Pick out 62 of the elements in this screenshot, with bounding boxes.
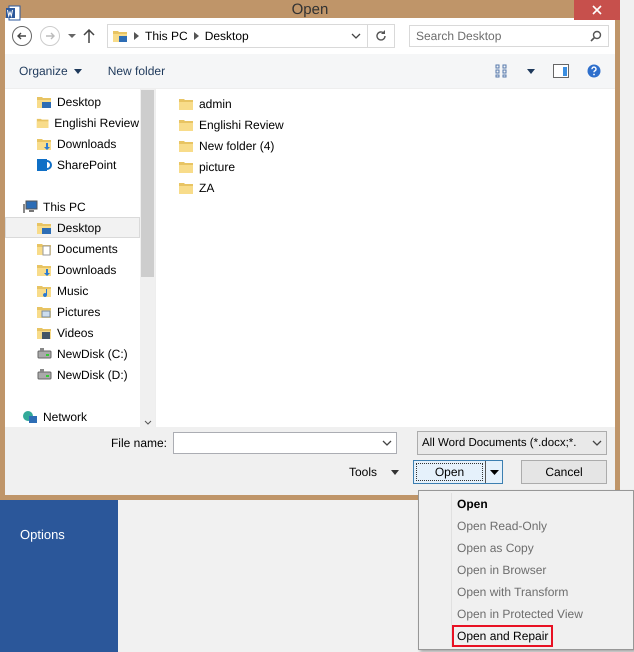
computer-icon [22, 198, 38, 214]
options-menu-item[interactable]: Options [0, 527, 118, 542]
caret-icon [391, 470, 399, 474]
view-options-icon[interactable] [495, 64, 509, 78]
close-icon [592, 5, 602, 15]
sidebar-item[interactable]: Downloads [5, 133, 140, 154]
back-icon[interactable] [11, 25, 33, 47]
file-type-dropdown[interactable]: All Word Documents (*.docx;*. [417, 431, 607, 455]
sidebar-item[interactable]: NewDisk (C:) [5, 343, 140, 364]
chevron-down-icon [382, 439, 392, 447]
chevron-down-icon[interactable] [351, 32, 361, 40]
file-item[interactable]: New folder (4) [178, 135, 615, 156]
organize-button[interactable]: Organize [19, 64, 82, 78]
network-icon [22, 408, 38, 424]
sidebar-item[interactable]: Desktop [5, 217, 140, 238]
refresh-icon[interactable] [375, 30, 387, 42]
search-icon [590, 30, 602, 42]
chevron-down-icon [592, 439, 602, 447]
computer-folder-icon [112, 28, 128, 44]
file-item[interactable]: ZA [178, 177, 615, 198]
file-item[interactable]: Englishi Review [178, 114, 615, 135]
open-button[interactable]: Open [413, 460, 503, 484]
sidebar-item[interactable]: Videos [5, 322, 140, 343]
file-name-field[interactable] [173, 432, 397, 454]
up-arrow-icon[interactable] [83, 29, 95, 43]
menu-item[interactable]: Open [452, 493, 493, 515]
caret-icon [490, 470, 498, 474]
dropdown-icon[interactable] [67, 33, 77, 39]
sidebar-item[interactable]: Pictures [5, 301, 140, 322]
menu-item[interactable]: Open and Repair [452, 625, 554, 647]
cancel-button[interactable]: Cancel [521, 460, 607, 484]
file-item[interactable]: picture [178, 156, 615, 177]
chevron-right-icon [134, 32, 139, 40]
caret-icon[interactable] [527, 68, 535, 74]
scrollbar[interactable] [140, 89, 155, 427]
sidebar-item[interactable]: SharePoint [5, 154, 140, 175]
help-icon[interactable] [587, 64, 601, 78]
file-name-label: File name: [110, 436, 167, 450]
window-title: Open [292, 0, 328, 18]
file-item[interactable]: admin [178, 93, 615, 114]
sidebar-item[interactable]: Englishi Review [5, 112, 140, 133]
scroll-thumb[interactable] [141, 90, 154, 276]
search-field[interactable]: Search Desktop [409, 25, 609, 47]
drive-icon [36, 346, 52, 362]
new-folder-button[interactable]: New folder [108, 64, 166, 78]
scroll-down-icon[interactable] [144, 420, 152, 425]
sidebar-item[interactable]: Network [5, 406, 140, 427]
caret-icon [74, 68, 82, 74]
sidebar-item[interactable]: This PC [5, 196, 140, 217]
breadcrumb[interactable]: Desktop [204, 29, 249, 43]
sidebar-item[interactable]: NewDisk (D:) [5, 364, 140, 385]
sidebar-item[interactable]: Documents [5, 238, 140, 259]
drive-icon [36, 366, 52, 382]
breadcrumb[interactable]: This PC [145, 29, 188, 43]
sidebar-item[interactable]: Music [5, 280, 140, 301]
tools-button[interactable]: Tools [348, 465, 399, 479]
close-button[interactable] [574, 0, 620, 20]
sidebar-item[interactable]: Desktop [5, 91, 140, 112]
sidebar-item[interactable]: Downloads [5, 259, 140, 280]
preview-pane-icon[interactable] [553, 64, 569, 78]
address-bar[interactable]: This PC Desktop [107, 24, 395, 48]
chevron-right-icon [194, 32, 199, 40]
